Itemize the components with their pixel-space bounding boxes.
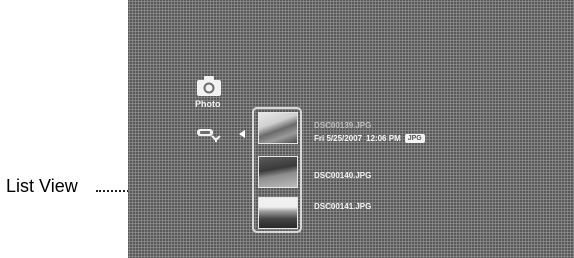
thumbnail-2[interactable] xyxy=(258,156,298,188)
camera-icon[interactable] xyxy=(196,74,222,98)
thumbnail-1[interactable] xyxy=(258,112,298,144)
file-date: Fri 5/25/2007 xyxy=(314,134,363,143)
file-name-1[interactable]: DSC00139.JPG xyxy=(314,121,371,130)
category-label-photo: Photo xyxy=(195,99,221,109)
file-time: 12:06 PM xyxy=(366,134,401,143)
left-arrow-icon[interactable] xyxy=(239,130,245,138)
thumbnail-3[interactable] xyxy=(258,197,298,229)
file-type-badge: JPG xyxy=(404,134,425,143)
file-name-3[interactable]: DSC00141.JPG xyxy=(314,202,371,211)
file-name-2[interactable]: DSC00140.JPG xyxy=(314,171,371,180)
file-details-row: Fri 5/25/2007 12:06 PM JPG xyxy=(314,134,425,143)
sort-icon[interactable] xyxy=(196,127,224,143)
list-view-callout-label: List View xyxy=(6,176,78,196)
